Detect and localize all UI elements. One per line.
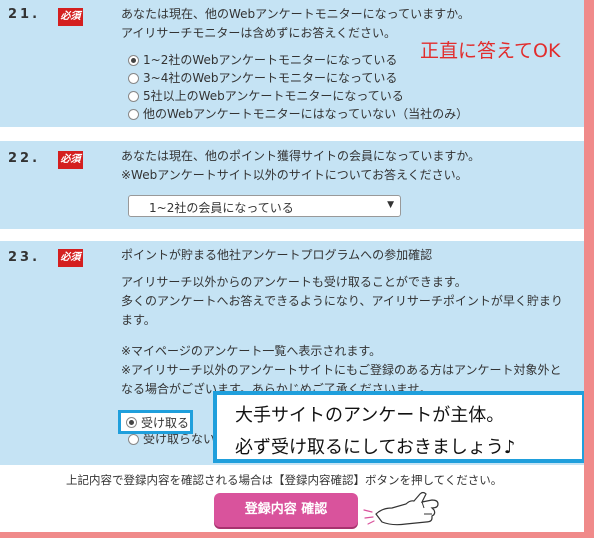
question-number: 23. xyxy=(8,250,41,265)
required-badge: 必須 xyxy=(58,8,83,26)
radio-button[interactable] xyxy=(128,108,139,120)
question-description: アイリサーチ以外からのアンケートも受け取ることができます。 多くのアンケートへお… xyxy=(121,273,563,330)
dropdown-arrow-icon: ▼ xyxy=(387,200,394,210)
radio-option[interactable]: 5社以上のWebアンケートモニターになっている xyxy=(128,88,404,104)
question-title: ポイントが貯まる他社アンケートプログラムへの参加確認 xyxy=(121,248,433,262)
page-border-right xyxy=(584,0,594,538)
radio-button[interactable] xyxy=(128,54,139,66)
question-line: あなたは現在、他のポイント獲得サイトの会員になっていますか。 xyxy=(121,149,481,163)
radio-button[interactable] xyxy=(128,72,139,84)
highlighted-radio-option[interactable]: 受け取る xyxy=(118,410,193,434)
membership-select[interactable]: 1~2社の会員になっている ▼ xyxy=(128,195,401,217)
radio-option[interactable]: 3~4社のWebアンケートモニターになっている xyxy=(128,70,397,86)
option-label: 受け取る xyxy=(141,415,190,430)
callout-line: 必ず受け取るにしておきましょう♪ xyxy=(235,437,516,458)
callout-line: 大手サイトのアンケートが主体。 xyxy=(235,405,505,426)
radio-button[interactable] xyxy=(128,433,139,445)
question-text: あなたは現在、他のポイント獲得サイトの会員になっていますか。 ※Webアンケート… xyxy=(121,147,480,185)
question-21-section: 21. 必須 あなたは現在、他のWebアンケートモニターになっていますか。 アイ… xyxy=(0,0,584,127)
question-number: 21. xyxy=(8,7,41,22)
radio-option[interactable]: 1~2社のWebアンケートモニターになっている xyxy=(128,52,397,68)
radio-button[interactable] xyxy=(126,416,137,428)
confirm-instruction: 上記内容で登録内容を確認される場合は【登録内容確認】ボタンを押してください。 xyxy=(66,473,503,487)
description-line: ます。 xyxy=(121,313,156,327)
page-border-bottom xyxy=(0,532,594,538)
annotation-note: 正直に答えてOK xyxy=(420,40,561,62)
required-badge: 必須 xyxy=(58,151,83,169)
option-label: 5社以上のWebアンケートモニターになっている xyxy=(143,89,404,103)
note-line: ※マイページのアンケート一覧へ表示されます。 xyxy=(121,344,382,358)
question-line: ※Webアンケートサイト以外のサイトについてお答えください。 xyxy=(121,168,468,182)
pointing-hand-icon xyxy=(363,491,439,526)
description-line: 多くのアンケートへお答えできるようになり、アイリサーチポイントが早く貯まり xyxy=(121,294,563,308)
question-line: アイリサーチモニターは含めずにお答えください。 xyxy=(121,26,397,40)
option-label: 他のWebアンケートモニターにはなっていない（当社のみ） xyxy=(143,107,469,121)
option-label: 3~4社のWebアンケートモニターになっている xyxy=(143,71,398,85)
option-label: 1~2社のWebアンケートモニターになっている xyxy=(143,53,398,67)
annotation-callout: 大手サイトのアンケートが主体。 必ず受け取るにしておきましょう♪ xyxy=(213,391,586,463)
select-value: 1~2社の会員になっている xyxy=(149,201,294,215)
question-line: あなたは現在、他のWebアンケートモニターになっていますか。 xyxy=(121,7,470,21)
note-line: ※アイリサーチ以外のアンケートサイトにもご登録のある方はアンケート対象外と xyxy=(121,363,562,377)
question-number: 22. xyxy=(8,151,41,166)
confirm-registration-button[interactable]: 登録内容 確認 xyxy=(214,493,358,527)
radio-button[interactable] xyxy=(128,90,139,102)
question-text: あなたは現在、他のWebアンケートモニターになっていますか。 アイリサーチモニタ… xyxy=(121,5,470,43)
description-line: アイリサーチ以外からのアンケートも受け取ることができます。 xyxy=(121,275,467,289)
radio-option[interactable]: 他のWebアンケートモニターにはなっていない（当社のみ） xyxy=(128,106,468,122)
required-badge: 必須 xyxy=(58,249,83,267)
